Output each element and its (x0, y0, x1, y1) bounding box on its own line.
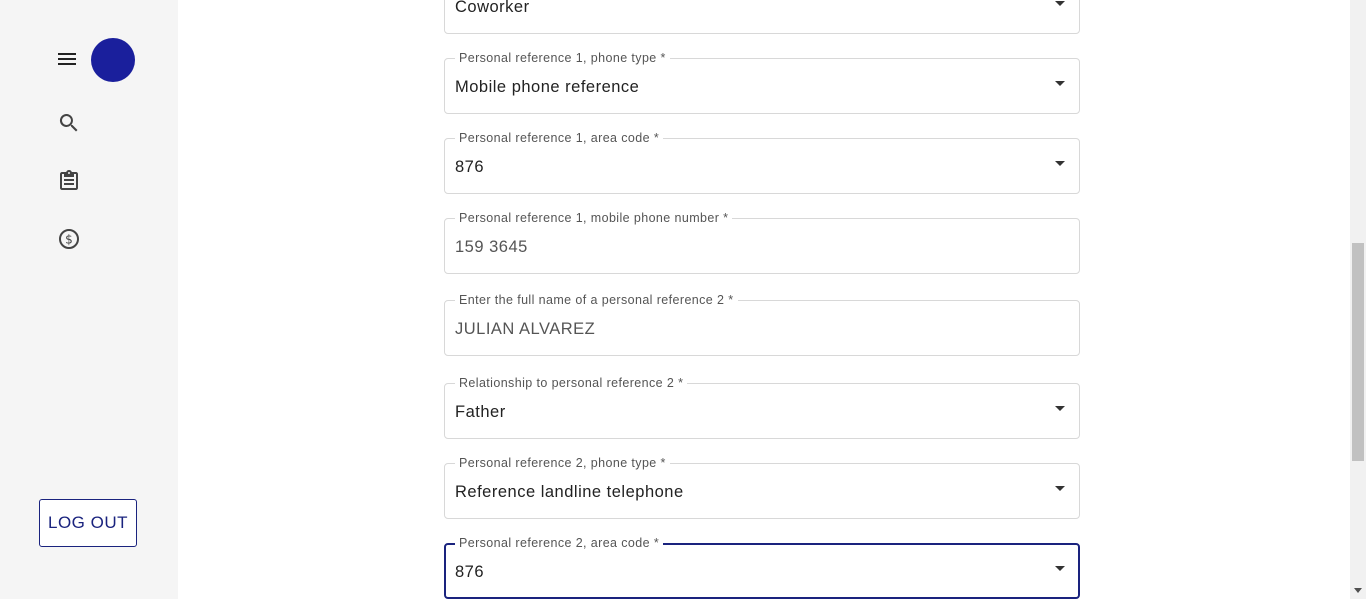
field-label: Personal reference 1, area code * (455, 131, 664, 146)
field-value: Father (455, 403, 506, 421)
logout-button[interactable]: LOG OUT (39, 499, 137, 547)
reference-1-phone-type-select[interactable]: Personal reference 1, phone type * Mobil… (444, 51, 1080, 114)
field-value: 876 (455, 158, 485, 176)
field-label: Personal reference 1, phone type * (455, 51, 670, 66)
menu-icon[interactable] (55, 47, 79, 71)
chevron-down-icon (1055, 406, 1065, 411)
field-value: 876 (455, 563, 485, 581)
field-value: Mobile phone reference (455, 78, 640, 96)
scrollbar-thumb[interactable] (1352, 243, 1364, 461)
field-value: Coworker (455, 0, 530, 16)
scrollbar[interactable] (1350, 0, 1366, 599)
field-value: Reference landline telephone (455, 483, 684, 501)
field-label: Personal reference 2, area code * (455, 536, 664, 551)
field-label: Relationship to personal reference 2 * (455, 376, 688, 391)
dollar-circle-icon[interactable]: $ (57, 227, 81, 251)
reference-2-area-code-select[interactable]: Personal reference 2, area code * 876 (444, 536, 1080, 599)
chevron-down-icon (1055, 566, 1065, 571)
chevron-down-icon (1055, 81, 1065, 86)
avatar[interactable] (91, 38, 135, 82)
reference-1-area-code-select[interactable]: Personal reference 1, area code * 876 (444, 131, 1080, 194)
reference-2-relationship-select[interactable]: Relationship to personal reference 2 * F… (444, 376, 1080, 439)
svg-text:$: $ (65, 233, 73, 247)
reference-1-mobile-number-input[interactable]: Personal reference 1, mobile phone numbe… (444, 211, 1080, 274)
field-value: 159 3645 (455, 238, 528, 256)
field-value: JULIAN ALVAREZ (455, 320, 596, 338)
chevron-down-icon (1055, 1, 1065, 6)
field-label: Personal reference 2, phone type * (455, 456, 670, 471)
clipboard-icon[interactable] (57, 169, 81, 193)
chevron-down-icon (1055, 161, 1065, 166)
reference-2-phone-type-select[interactable]: Personal reference 2, phone type * Refer… (444, 456, 1080, 519)
reference-2-full-name-input[interactable]: Enter the full name of a personal refere… (444, 293, 1080, 356)
field-label: Enter the full name of a personal refere… (455, 293, 738, 308)
search-icon[interactable] (57, 111, 81, 135)
relationship-reference-1-select[interactable]: Coworker (444, 0, 1080, 34)
scroll-down-arrow-icon[interactable] (1354, 588, 1362, 593)
chevron-down-icon (1055, 486, 1065, 491)
field-label: Personal reference 1, mobile phone numbe… (455, 211, 733, 226)
sidebar: $ LOG OUT (0, 0, 178, 599)
